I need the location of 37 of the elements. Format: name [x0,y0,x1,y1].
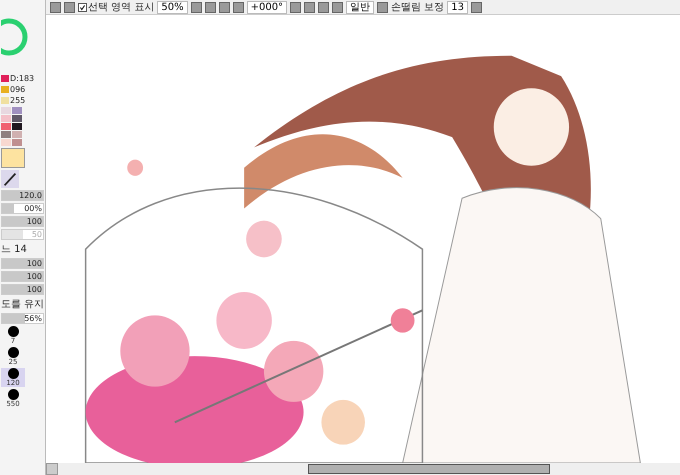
zoom-out-icon[interactable] [204,2,216,12]
toolbar-icon[interactable] [304,2,316,12]
current-color[interactable] [1,148,25,168]
setting-slider[interactable]: 56% [1,313,44,324]
toolbar-icon[interactable] [190,2,202,12]
toolbar-icon[interactable] [64,2,75,12]
color-slider[interactable] [1,97,9,104]
toolbar-icon[interactable] [50,2,61,12]
zoom-field[interactable]: 50% [157,0,188,14]
brush-tool-icon[interactable] [1,170,19,188]
setting-slider[interactable]: 00% [1,203,44,214]
zoom-in-icon[interactable] [218,2,230,12]
toolbar-icon[interactable] [232,2,244,12]
checkbox[interactable] [78,2,87,12]
rotation-field[interactable]: +000° [246,0,288,14]
setting-slider[interactable]: 100 [1,258,44,269]
stabilizer-label: 손떨림 보정 [391,1,444,14]
toolbar-icon[interactable] [290,2,302,12]
toolbar-icon[interactable] [470,2,482,12]
toolbar-icon[interactable] [332,2,344,12]
stabilizer-field[interactable]: 13 [447,0,468,14]
color-value: 096 [10,85,26,94]
color-slider[interactable] [1,86,9,93]
checkbox-label[interactable]: 선택 영역 표시 [88,0,154,14]
toolbar-icon[interactable] [318,2,330,12]
setting-label: 느 14 [1,243,28,256]
color-slider[interactable] [1,75,9,82]
setting-slider[interactable]: 120.0 [1,190,44,201]
setting-slider[interactable]: 100 [1,284,44,295]
setting-slider[interactable]: 100 [1,216,44,227]
color-value: D:183 [10,74,34,83]
setting-label: 도를 유지 [1,298,44,311]
blend-mode-dropdown[interactable]: 일반 [346,0,374,14]
setting-slider[interactable]: 100 [1,271,44,282]
toolbar-icon[interactable] [377,2,388,12]
color-value: 255 [10,96,26,105]
scrollbar-thumb[interactable] [308,464,550,474]
